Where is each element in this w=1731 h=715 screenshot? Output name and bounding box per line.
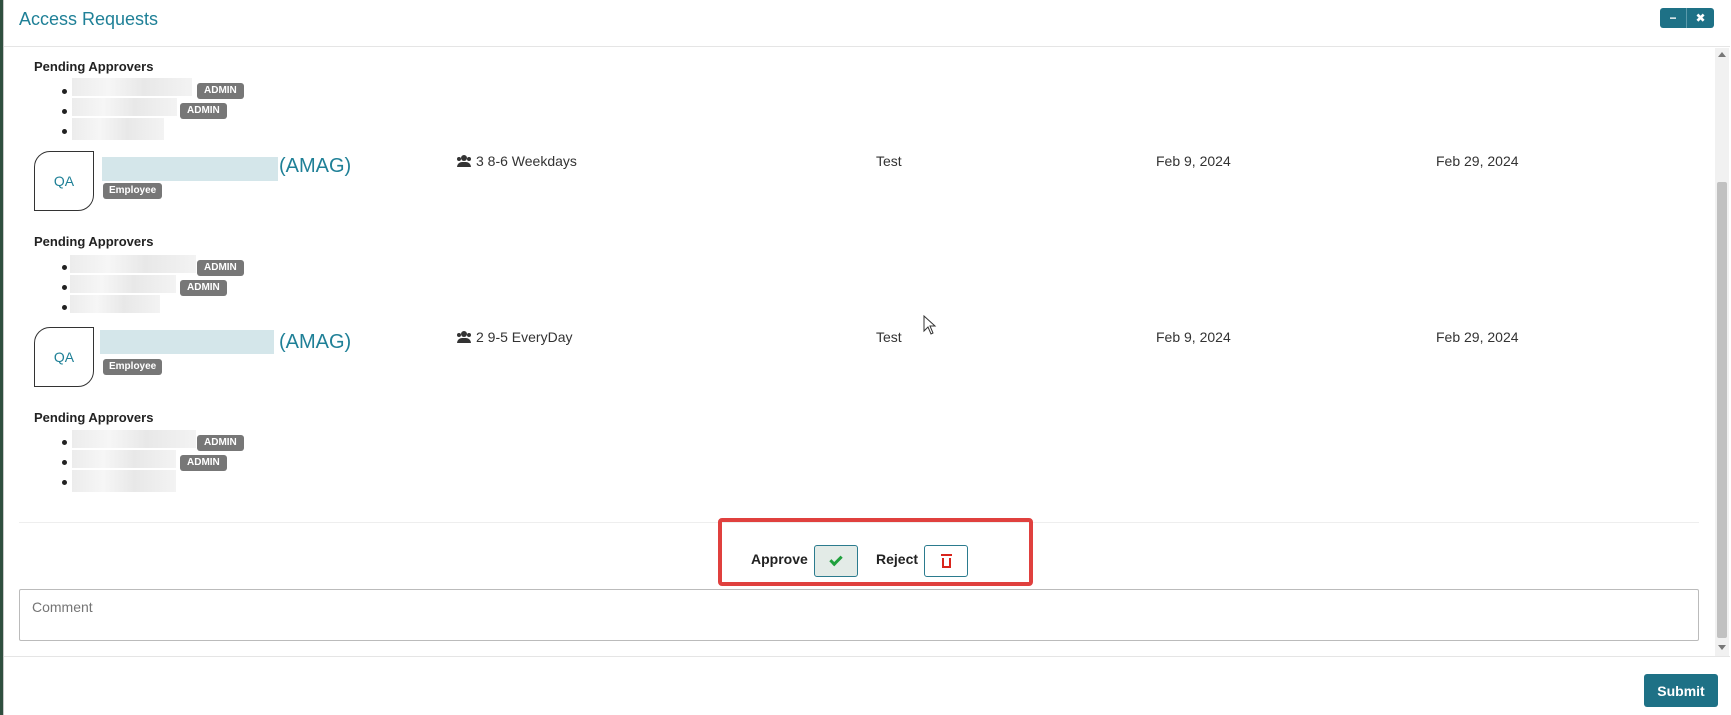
modal-footer: Submit <box>4 656 1730 715</box>
approver-name-redacted <box>70 295 160 313</box>
requester-name-redacted <box>100 330 274 354</box>
approver-name-redacted <box>72 470 176 492</box>
list-bullet <box>62 285 67 290</box>
approver-name-redacted <box>72 118 164 140</box>
reason-cell: Test <box>876 329 902 345</box>
start-date-cell: Feb 9, 2024 <box>1156 153 1231 169</box>
approve-button[interactable] <box>814 545 858 577</box>
schedule-cell: 2 9-5 EveryDay <box>456 329 572 345</box>
person-type-badge: Employee <box>103 359 163 375</box>
vertical-scrollbar[interactable] <box>1715 48 1729 656</box>
avatar: QA <box>34 327 94 387</box>
start-date-cell: Feb 9, 2024 <box>1156 329 1231 345</box>
pending-approvers-title: Pending Approvers <box>34 410 154 425</box>
trash-icon <box>940 553 952 568</box>
approver-name-redacted <box>70 255 196 273</box>
pending-approvers-title: Pending Approvers <box>34 59 154 74</box>
modal-header: Access Requests − ✖ <box>4 0 1730 47</box>
list-bullet <box>62 265 67 270</box>
submit-button[interactable]: Submit <box>1644 674 1718 707</box>
list-bullet <box>62 89 67 94</box>
approve-label: Approve <box>751 551 808 567</box>
approver-role-badge: ADMIN <box>197 83 244 99</box>
schedule-cell: 3 8-6 Weekdays <box>456 153 577 169</box>
schedule-text: 2 9-5 EveryDay <box>476 329 573 345</box>
users-icon <box>456 155 472 167</box>
approver-role-badge: ADMIN <box>180 455 227 471</box>
end-date-cell: Feb 29, 2024 <box>1436 329 1519 345</box>
pending-approvers-title: Pending Approvers <box>34 234 154 249</box>
end-date-cell: Feb 29, 2024 <box>1436 153 1519 169</box>
person-type-badge: Employee <box>103 183 163 199</box>
users-icon <box>456 331 472 343</box>
reason-cell: Test <box>876 153 902 169</box>
scroll-up-arrow-icon[interactable] <box>1718 52 1726 57</box>
list-bullet <box>62 460 67 465</box>
scroll-down-arrow-icon[interactable] <box>1718 645 1726 650</box>
requester-name-redacted <box>102 157 278 181</box>
approver-name-redacted <box>72 450 176 468</box>
access-requests-modal: Access Requests − ✖ Pending Approvers AD… <box>3 0 1730 715</box>
close-button[interactable]: ✖ <box>1687 8 1714 28</box>
scroll-thumb[interactable] <box>1717 182 1727 638</box>
approver-name-redacted <box>72 78 192 96</box>
list-bullet <box>62 305 67 310</box>
approver-role-badge: ADMIN <box>197 435 244 451</box>
avatar: QA <box>34 151 94 211</box>
requester-org-tag[interactable]: (AMAG) <box>279 155 351 178</box>
approver-name-redacted <box>72 98 177 116</box>
reject-label: Reject <box>876 551 919 567</box>
approver-role-badge: ADMIN <box>180 103 227 119</box>
list-bullet <box>62 109 67 114</box>
check-icon <box>829 552 843 567</box>
modal-title: Access Requests <box>19 9 159 29</box>
list-bullet <box>62 129 67 134</box>
window-controls: − ✖ <box>1660 8 1714 28</box>
approver-role-badge: ADMIN <box>197 260 244 276</box>
comment-input[interactable] <box>19 589 1699 641</box>
list-bullet <box>62 440 67 445</box>
approver-role-badge: ADMIN <box>180 280 227 296</box>
list-bullet <box>62 480 67 485</box>
requester-org-tag[interactable]: (AMAG) <box>279 331 351 354</box>
approver-name-redacted <box>72 430 196 448</box>
approver-name-redacted <box>70 275 176 293</box>
schedule-text: 3 8-6 Weekdays <box>476 153 577 169</box>
reject-button[interactable] <box>924 545 968 577</box>
minimize-button[interactable]: − <box>1660 8 1687 28</box>
